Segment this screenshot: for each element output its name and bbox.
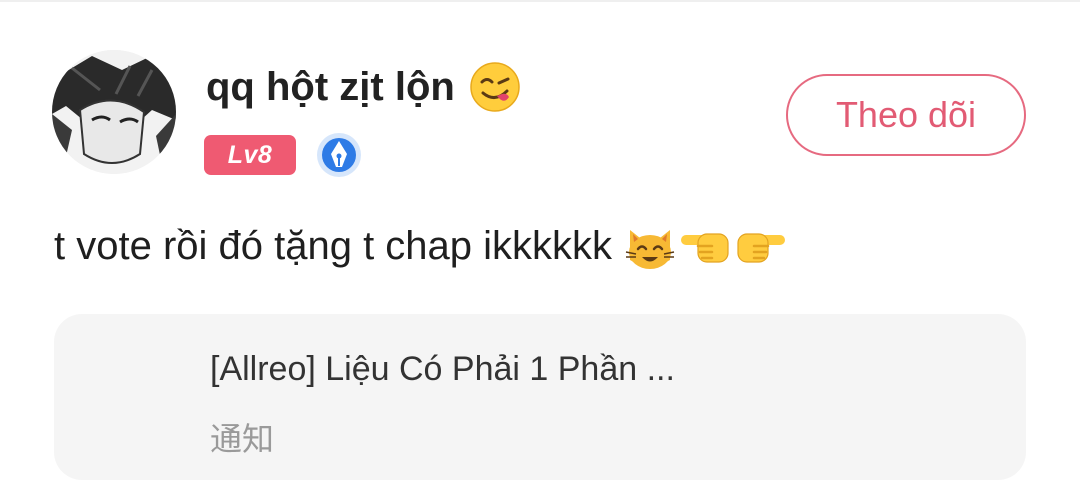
- comment: t vote rồi đó tặng t chap ikkkkkk: [54, 216, 788, 276]
- comment-emojis: [624, 220, 788, 272]
- level-badge: Lv8: [204, 135, 296, 175]
- follow-button[interactable]: Theo dõi: [786, 74, 1026, 156]
- linked-post-card[interactable]: [Allreo] Liệu Có Phải 1 Phần ... 通知: [54, 314, 1026, 480]
- username[interactable]: qq hột zịt lộn: [206, 65, 455, 110]
- user-badges: Lv8: [204, 132, 362, 178]
- face-savoring-food-emoji-icon: [469, 61, 521, 113]
- linked-post-title: [Allreo] Liệu Có Phải 1 Phần ...: [210, 350, 675, 388]
- comment-text: t vote rồi đó tặng t chap ikkkkkk: [54, 223, 613, 268]
- comment-screen: qq hột zịt lộn Lv8 Theo dõi t vote rồi đ…: [0, 0, 1080, 486]
- linked-post-subtitle: 通知: [210, 421, 275, 457]
- avatar-image: [52, 50, 176, 174]
- backhand-index-pointing-left-emoji-icon: [681, 233, 729, 263]
- username-row: qq hột zịt lộn: [206, 58, 521, 116]
- avatar[interactable]: [52, 50, 176, 174]
- backhand-index-pointing-right-emoji-icon: [737, 233, 786, 263]
- smiling-cat-emoji-icon: [625, 230, 675, 269]
- fountain-pen-badge-icon[interactable]: [316, 132, 362, 178]
